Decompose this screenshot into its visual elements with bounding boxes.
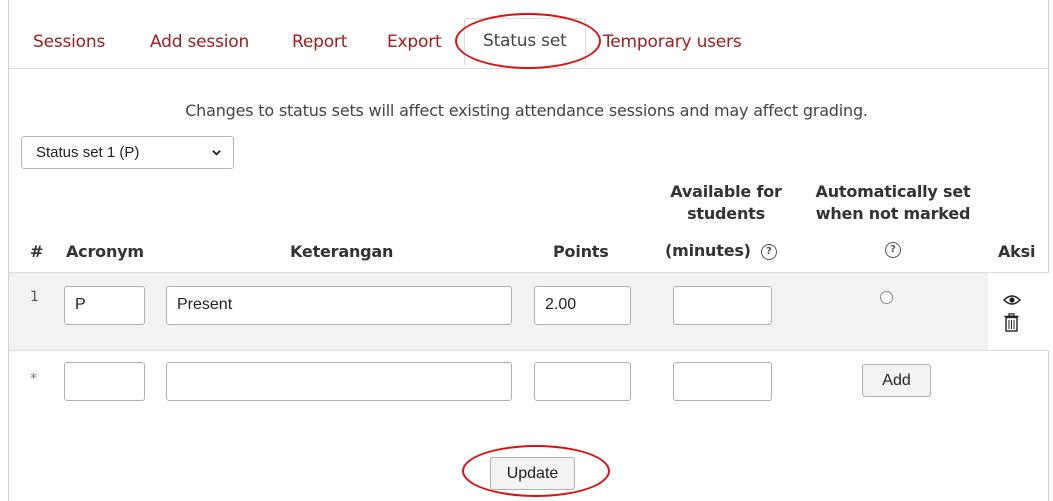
tab-add-session[interactable]: Add session [150,32,249,52]
tab-status-set[interactable]: Status set [464,18,586,66]
auto-set-radio[interactable] [880,291,893,304]
tab-bar: Sessions Add session Report Export Statu… [9,18,1049,69]
tab-report[interactable]: Report [292,32,347,52]
actions-cell [988,273,1049,350]
help-icon[interactable]: ? [885,242,901,258]
trash-icon[interactable] [1004,313,1019,332]
header-available-line1: Available for [670,182,782,201]
new-keterangan-input[interactable] [166,362,512,401]
header-available-line3: (minutes) [665,241,751,260]
tab-sessions[interactable]: Sessions [33,32,105,52]
new-acronym-input[interactable] [64,362,145,401]
keterangan-input[interactable]: Present [166,286,512,325]
chevron-down-icon [212,150,221,156]
acronym-input[interactable]: P [64,286,145,325]
status-set-warning: Changes to status sets will affect exist… [185,101,868,120]
available-minutes-input[interactable] [673,286,772,325]
header-points: Points [553,242,609,261]
add-button[interactable]: Add [862,364,931,397]
tab-temporary-users[interactable]: Temporary users [603,32,742,52]
eye-icon[interactable] [1003,294,1021,306]
help-icon[interactable]: ? [760,243,777,260]
update-button[interactable]: Update [490,457,575,490]
new-available-minutes-input[interactable] [673,362,772,401]
header-aksi: Aksi [998,242,1036,261]
table-row [9,272,1049,351]
row-number: 1 [30,289,39,305]
header-auto-line1: Automatically set [815,182,971,201]
tab-export[interactable]: Export [387,32,442,52]
status-set-select-value: Status set 1 (P) [36,144,140,161]
header-acronym: Acronym [66,242,144,261]
header-available-line2: students [687,204,765,223]
header-auto-line2: when not marked [815,204,971,223]
row-number: * [30,371,37,387]
header-available-line3-wrap: (minutes) ? [665,240,777,261]
header-number: # [30,242,44,261]
status-set-select[interactable]: Status set 1 (P) [21,136,234,169]
points-input[interactable]: 2.00 [534,286,631,325]
header-keterangan: Keterangan [290,242,394,261]
new-points-input[interactable] [534,362,631,401]
